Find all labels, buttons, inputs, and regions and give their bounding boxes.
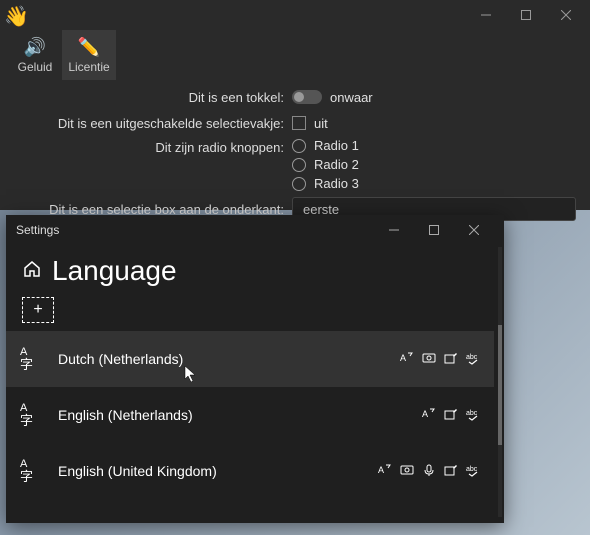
radio-3-label: Radio 3 [314,176,359,191]
svg-text:abc: abc [466,466,478,473]
checkbox-label: Dit is een uitgeschakelde selectievakje: [14,116,292,131]
region-icon [422,351,436,368]
language-name: English (Netherlands) [58,407,410,423]
toggle-label: Dit is een tokkel: [14,90,292,105]
radio-label: Dit zijn radio knoppen: [14,138,292,155]
radio-1-label: Radio 1 [314,138,359,153]
language-feature-icons: A abc [400,351,480,368]
toggle-switch[interactable] [292,90,322,104]
window-titlebar [0,0,590,30]
text-to-speech-icon: A [422,407,436,424]
scrollbar-thumb[interactable] [498,325,502,445]
language-feature-icons: A abc [378,463,480,480]
language-glyph-icon: A字 [20,347,46,371]
settings-window: Settings Language + A字 Dutch (Netherland… [6,215,504,523]
tab-label: Geluid [18,60,53,74]
cursor-icon [184,365,198,386]
radio-group: Radio 1 Radio 2 Radio 3 [292,138,359,191]
add-language-button[interactable]: + [22,297,54,323]
settings-header: Language [6,245,504,291]
handwriting-icon [444,463,458,480]
settings-maximize-button[interactable] [414,215,454,245]
language-feature-icons: A abc [422,407,480,424]
language-item-dutch-nl[interactable]: A字 Dutch (Netherlands) A abc [6,331,494,387]
wave-icon: 👋 [4,4,29,29]
radio-2-label: Radio 2 [314,157,359,172]
pencil-icon: ✏️ [78,37,100,58]
speaker-icon: 🔊 [24,37,46,58]
text-to-speech-icon: A [400,351,414,368]
speech-icon [422,463,436,480]
language-name: Dutch (Netherlands) [58,351,388,367]
language-item-english-uk[interactable]: A字 English (United Kingdom) A abc [6,443,494,499]
language-name: English (United Kingdom) [58,463,366,479]
radio-2[interactable] [292,158,306,172]
svg-text:abc: abc [466,410,478,417]
handwriting-icon [444,351,458,368]
settings-close-button[interactable] [454,215,494,245]
settings-minimize-button[interactable] [374,215,414,245]
tabbar: 🔊 Geluid ✏️ Licentie [0,30,590,80]
handwriting-icon [444,407,458,424]
spellcheck-icon: abc [466,407,480,424]
tab-license[interactable]: ✏️ Licentie [62,30,116,80]
scrollbar[interactable] [498,247,502,517]
radio-3[interactable] [292,177,306,191]
tab-label: Licentie [68,60,109,74]
radio-1[interactable] [292,139,306,153]
home-icon[interactable] [22,259,42,284]
demo-window: 👋 🔊 Geluid ✏️ Licentie Dit is een tokkel… [0,0,590,210]
region-icon [400,463,414,480]
page-title: Language [52,255,177,287]
language-list: A字 Dutch (Netherlands) A abc [6,331,504,499]
checkbox [292,116,306,130]
svg-text:A: A [422,409,428,419]
svg-text:A: A [400,353,406,363]
toggle-value: onwaar [330,90,373,105]
form-area: Dit is een tokkel: onwaar Dit is een uit… [0,80,590,233]
close-button[interactable] [546,1,586,29]
svg-text:A: A [378,465,384,475]
svg-text:abc: abc [466,354,478,361]
spellcheck-icon: abc [466,463,480,480]
minimize-button[interactable] [466,1,506,29]
language-item-english-nl[interactable]: A字 English (Netherlands) A abc [6,387,494,443]
settings-title: Settings [16,223,59,237]
spellcheck-icon: abc [466,351,480,368]
maximize-button[interactable] [506,1,546,29]
checkbox-value: uit [314,116,328,131]
text-to-speech-icon: A [378,463,392,480]
language-glyph-icon: A字 [20,403,46,427]
tab-sound[interactable]: 🔊 Geluid [8,30,62,80]
settings-titlebar: Settings [6,215,504,245]
language-glyph-icon: A字 [20,459,46,483]
